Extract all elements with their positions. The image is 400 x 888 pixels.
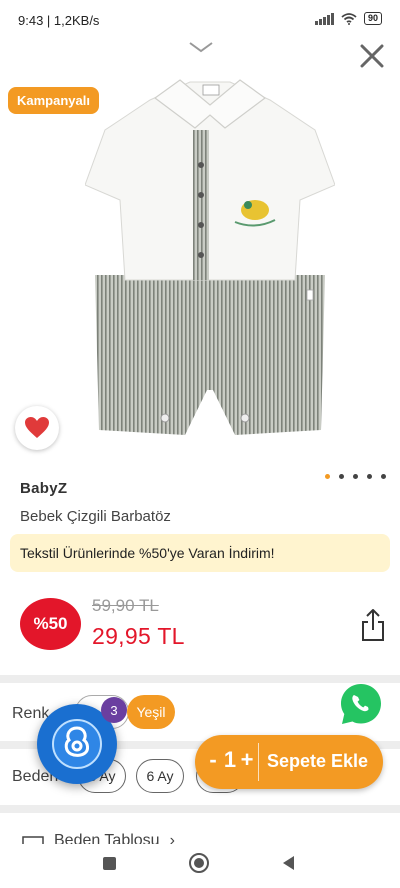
heart-icon <box>25 417 49 438</box>
pagination-dot[interactable] <box>325 474 330 479</box>
battery-indicator: 90 <box>363 12 382 25</box>
notification-count: 3 <box>101 697 127 723</box>
cart-divider <box>258 743 259 781</box>
product-brand[interactable]: BabyZ <box>20 480 67 497</box>
pagination-dot[interactable] <box>353 474 358 479</box>
favorite-button[interactable] <box>15 406 59 450</box>
increase-quantity-button[interactable]: + <box>238 747 256 773</box>
add-to-cart-bar: - 1 + Sepete Ekle <box>195 735 383 789</box>
divider <box>0 805 400 813</box>
product-gallery[interactable]: Kampanyalı <box>0 40 400 479</box>
home-icon[interactable] <box>189 853 209 873</box>
chevron-down-icon[interactable] <box>187 40 215 54</box>
share-icon[interactable] <box>360 608 386 642</box>
old-price: 59,90 TL <box>92 596 159 615</box>
whatsapp-icon[interactable] <box>338 681 384 727</box>
wifi-icon <box>341 12 357 25</box>
discount-badge: %50 <box>20 598 81 650</box>
new-price: 29,95 TL <box>92 623 185 649</box>
system-nav-bar <box>0 844 400 888</box>
color-option-selected[interactable]: Yeşil <box>127 695 175 729</box>
recent-apps-icon[interactable] <box>103 857 116 870</box>
status-time: 9:43 | 1,2KB/s <box>18 13 100 28</box>
size-option-6[interactable]: 6 Ay <box>136 759 184 793</box>
status-bar: 9:43 | 1,2KB/s 90 <box>0 0 400 40</box>
signal-icon <box>314 12 334 25</box>
pagination-dot[interactable] <box>367 474 372 479</box>
promo-banner[interactable]: Tekstil Ürünlerinde %50'ye Varan İndirim… <box>10 534 390 572</box>
gallery-pagination <box>325 474 386 479</box>
accessibility-icon <box>52 719 102 769</box>
product-name: Bebek Çizgili Barbatöz <box>20 508 171 525</box>
status-icons: 90 <box>314 12 382 25</box>
back-icon[interactable] <box>283 856 294 870</box>
pagination-dot[interactable] <box>339 474 344 479</box>
product-image[interactable] <box>85 70 335 460</box>
close-icon[interactable] <box>358 42 386 70</box>
pagination-dot[interactable] <box>381 474 386 479</box>
add-to-cart-button[interactable]: Sepete Ekle <box>267 751 368 772</box>
